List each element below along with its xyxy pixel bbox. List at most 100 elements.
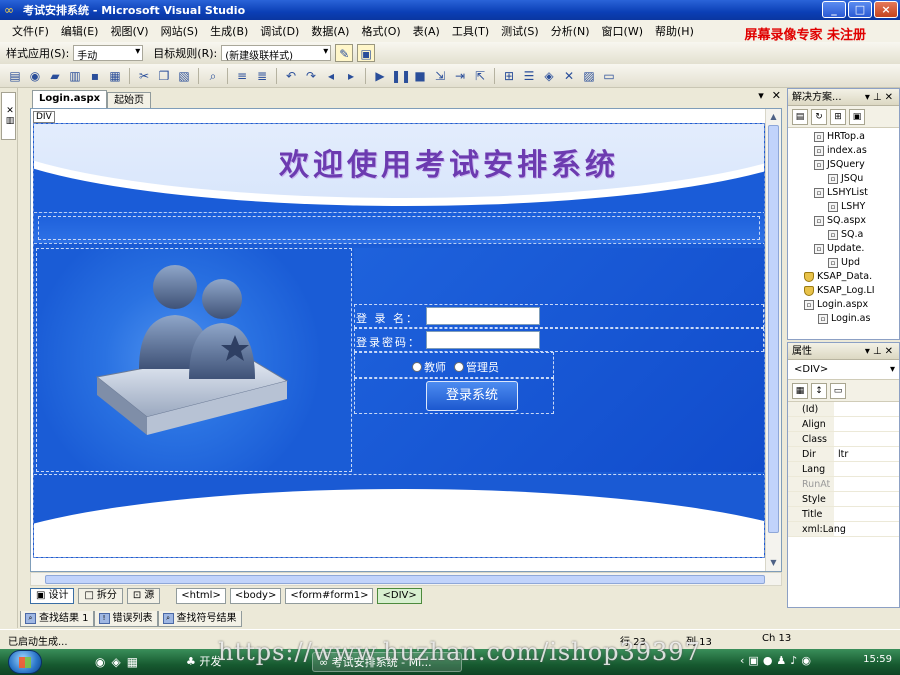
breadcrumb-body[interactable]: <body> [229,588,282,604]
property-value[interactable] [834,522,838,536]
solution-explorer-icon[interactable]: ⊞ [500,67,518,85]
tree-item[interactable]: KSAP_Data. [794,270,899,284]
scroll-down-icon[interactable]: ▼ [768,557,779,569]
target-rule-combo[interactable]: (新建级联样式) [221,45,332,62]
vertical-scrollbar[interactable]: ▲ ▼ [765,109,781,571]
vertical-scroll-thumb[interactable] [768,125,779,533]
menu-build[interactable]: 生成(B) [204,23,254,39]
categorized-icon[interactable]: ▦ [792,382,808,399]
tray-arrow-icon[interactable]: ‹ [740,654,744,667]
security-icon[interactable]: ● [763,654,773,667]
object-selector[interactable]: <DIV> ▾ [788,360,899,380]
add-item-icon[interactable]: ▥ [66,67,84,85]
view-tab-source[interactable]: ⊡ 源 [126,588,161,604]
recorder-icon[interactable]: ◉ [801,654,811,667]
property-row[interactable]: xml:Lang [788,522,899,537]
tree-item[interactable]: ▫ Login.aspx [794,298,899,312]
step-over-icon[interactable]: ⇥ [451,67,469,85]
tab-find-symbol-results[interactable]: ⌕ 查找符号结果 [157,611,242,627]
tab-error-list[interactable]: ! 错误列表 [93,611,158,627]
menu-help[interactable]: 帮助(H) [649,23,700,39]
chevron-down-icon[interactable]: ▾ [890,360,895,380]
password-input[interactable] [426,331,540,349]
property-value[interactable]: ltr [834,447,848,461]
nest-files-icon[interactable]: ⊞ [830,108,846,125]
refresh-icon[interactable]: ↻ [811,108,827,125]
tree-item[interactable]: ▫ JSQuery [794,158,899,172]
close-button[interactable]: × [874,1,898,18]
breadcrumb-form[interactable]: <form#form1> [285,588,374,604]
radio-teacher-dot[interactable] [412,362,422,372]
property-value[interactable] [834,417,838,431]
tree-item[interactable]: ▫ LSHY [794,200,899,214]
pause-icon[interactable]: ❚❚ [391,67,411,85]
property-row[interactable]: Dir ltr [788,447,899,462]
menu-file[interactable]: 文件(F) [6,23,55,39]
command-window-icon[interactable]: ▭ [600,67,618,85]
property-value[interactable] [834,477,838,491]
property-value[interactable] [834,492,838,506]
breadcrumb-div[interactable]: <DIV> [377,588,422,604]
view-code-icon[interactable]: ▣ [849,108,865,125]
menu-tools[interactable]: 工具(T) [446,23,495,39]
horizontal-scroll-thumb[interactable] [45,575,765,584]
tree-item[interactable]: ▫ SQ.a [794,228,899,242]
close-document-icon[interactable]: ✕ [772,89,781,102]
tree-item[interactable]: KSAP_Log.LI [794,284,899,298]
tree-item[interactable]: ▫ Login.as [794,312,899,326]
radio-teacher[interactable]: 教师 [412,359,446,375]
menu-format[interactable]: 格式(O) [355,23,406,39]
copy-icon[interactable]: ❐ [155,67,173,85]
save-all-icon[interactable]: ▦ [106,67,124,85]
login-button[interactable]: 登录系统 [426,381,518,411]
step-out-icon[interactable]: ⇱ [471,67,489,85]
property-pages-icon[interactable]: ▭ [830,382,846,399]
paste-icon[interactable]: ▧ [175,67,193,85]
property-value[interactable] [834,462,838,476]
tree-item[interactable]: ▫ Update. [794,242,899,256]
minimize-button[interactable]: _ [822,1,846,18]
property-row[interactable]: Align [788,417,899,432]
user-icon[interactable]: ♟ [776,654,786,667]
new-project-icon[interactable]: ▤ [6,67,24,85]
tree-item[interactable]: ▫ SQ.aspx [794,214,899,228]
maximize-button[interactable]: □ [848,1,872,18]
menu-edit[interactable]: 编辑(E) [55,23,105,39]
menu-view[interactable]: 视图(V) [104,23,154,39]
style-apply-combo[interactable]: 手动 [73,45,144,62]
tree-item[interactable]: ▫ LSHYList [794,186,899,200]
properties-icon[interactable]: ☰ [520,67,538,85]
menu-test[interactable]: 测试(S) [495,23,545,39]
tree-item[interactable]: ▫ index.as [794,144,899,158]
menu-website[interactable]: 网站(S) [155,23,205,39]
find-icon[interactable]: ⌕ [204,67,222,85]
tab-find-results[interactable]: ⌕ 查找结果 1 [20,611,94,627]
property-row[interactable]: Title [788,507,899,522]
property-row[interactable]: Style [788,492,899,507]
menu-debug[interactable]: 调试(D) [254,23,305,39]
cut-icon[interactable]: ✂ [135,67,153,85]
start-debug-icon[interactable]: ▶ [371,67,389,85]
stop-icon[interactable]: ■ [411,67,429,85]
menu-data[interactable]: 数据(A) [305,23,355,39]
property-value[interactable] [834,507,838,521]
tab-dropdown-icon[interactable]: ▾ [758,89,764,102]
volume-icon[interactable]: ♪ [790,654,797,667]
panel-controls[interactable]: ▾⊥✕ [865,343,896,360]
object-browser-icon[interactable]: ◈ [540,67,558,85]
toolbox-tab[interactable]: ✕▥ [1,92,16,140]
comment-icon[interactable]: ≡ [233,67,251,85]
undo-icon[interactable]: ↶ [282,67,300,85]
radio-admin-dot[interactable] [454,362,464,372]
alphabetical-icon[interactable]: ↕ [811,382,827,399]
property-value[interactable] [834,432,838,446]
property-value[interactable] [834,402,838,416]
uncomment-icon[interactable]: ≣ [253,67,271,85]
windows-icon[interactable]: ▦ [127,655,138,669]
tab-login-aspx[interactable]: Login.aspx [32,90,108,108]
browser-icon[interactable]: ◉ [95,655,105,669]
view-tab-split[interactable]: □ 拆分 [78,588,123,604]
login-name-input[interactable] [426,307,540,325]
toolbox-icon[interactable]: ✕ [560,67,578,85]
radio-admin[interactable]: 管理员 [454,359,499,375]
